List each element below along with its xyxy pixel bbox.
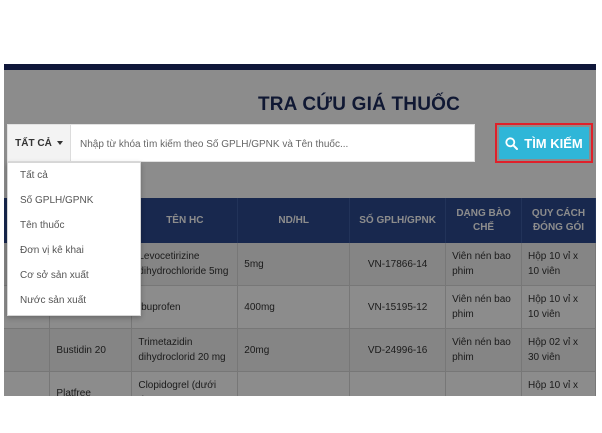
table-cell bbox=[445, 371, 522, 396]
search-bar-highlight: TẤT CẢ bbox=[7, 124, 475, 163]
table-cell bbox=[4, 328, 51, 372]
table-cell: Bustidin 20 bbox=[49, 328, 133, 372]
table-cell: VN-17866-14 bbox=[349, 243, 447, 286]
table-cell: 5mg bbox=[237, 243, 351, 286]
table-cell: Viên nén bao phim bbox=[445, 328, 522, 372]
table-cell: Clopidogrel (dưới dạng bbox=[131, 371, 239, 396]
search-button-label: TÌM KIẾM bbox=[524, 135, 583, 151]
table-cell: Hộp 10 vỉ x 10 viên bbox=[521, 243, 596, 286]
page-title: TRA CỨU GIÁ THUỐC bbox=[257, 94, 461, 115]
filter-option-so-gplh[interactable]: Số GPLH/GPNK bbox=[8, 188, 140, 213]
table-cell: Platfree bbox=[49, 371, 133, 396]
column-header-ten-hc: TÊN HC bbox=[131, 198, 239, 243]
table-cell: Hộp 10 vỉ x 10 viên bbox=[521, 285, 596, 329]
table-cell: 400mg bbox=[237, 285, 351, 329]
column-header-so-gplh: SỐ GPLH/GPNK bbox=[349, 198, 447, 243]
search-icon bbox=[505, 136, 519, 150]
table-cell: Viên nén bao phim bbox=[445, 285, 522, 329]
search-button[interactable]: TÌM KIẾM bbox=[499, 127, 589, 159]
filter-option-ten-thuoc[interactable]: Tên thuốc bbox=[8, 213, 140, 238]
filter-dropdown-menu: Tất cả Số GPLH/GPNK Tên thuốc Đơn vị kê … bbox=[7, 162, 141, 316]
column-header-dang-bao-che: DẠNG BÀO CHẾ bbox=[445, 198, 522, 243]
filter-dropdown-toggle[interactable]: TẤT CẢ bbox=[8, 125, 71, 161]
top-navigation-bar bbox=[4, 64, 596, 70]
table-cell bbox=[237, 371, 351, 396]
table-row[interactable]: Bustidin 20 Trimetazidin dihydroclorid 2… bbox=[4, 328, 596, 372]
filter-option-don-vi-ke-khai[interactable]: Đơn vị kê khai bbox=[8, 238, 140, 263]
search-input[interactable] bbox=[78, 125, 472, 163]
table-row[interactable]: Platfree Clopidogrel (dưới dạng Hộp 10 v… bbox=[4, 371, 596, 396]
table-cell: Ibuprofen bbox=[131, 285, 239, 329]
table-cell: Trimetazidin dihydroclorid 20 mg bbox=[131, 328, 239, 372]
filter-option-co-so-san-xuat[interactable]: Cơ sở sản xuất bbox=[8, 263, 140, 288]
caret-down-icon bbox=[56, 141, 63, 145]
table-cell: 20mg bbox=[237, 328, 351, 372]
filter-option-tat-ca[interactable]: Tất cả bbox=[8, 163, 140, 188]
table-cell: VN-15195-12 bbox=[349, 285, 447, 329]
column-header-quy-cach: QUY CÁCH ĐÓNG GÓI bbox=[521, 198, 596, 243]
filter-selected-label: TẤT CẢ bbox=[15, 137, 52, 149]
table-cell: VD-24996-16 bbox=[349, 328, 447, 372]
table-cell: Hộp 02 vỉ x 30 viên bbox=[521, 328, 596, 372]
table-cell: Levocetirizine dihydrochloride 5mg bbox=[131, 243, 239, 286]
price-lookup-page: TRA CỨU GIÁ THUỐC TẤT CẢ TÌM KIẾM TÊN HC bbox=[4, 64, 596, 396]
table-cell bbox=[349, 371, 447, 396]
table-cell bbox=[4, 371, 51, 396]
column-header-nd-hl: ND/HL bbox=[237, 198, 351, 243]
search-button-highlight: TÌM KIẾM bbox=[495, 123, 593, 163]
table-cell: Hộp 10 vỉ x 10 bbox=[521, 371, 596, 396]
filter-option-nuoc-san-xuat[interactable]: Nước sản xuất bbox=[8, 288, 140, 313]
table-cell: Viên nén bao phim bbox=[445, 243, 522, 286]
